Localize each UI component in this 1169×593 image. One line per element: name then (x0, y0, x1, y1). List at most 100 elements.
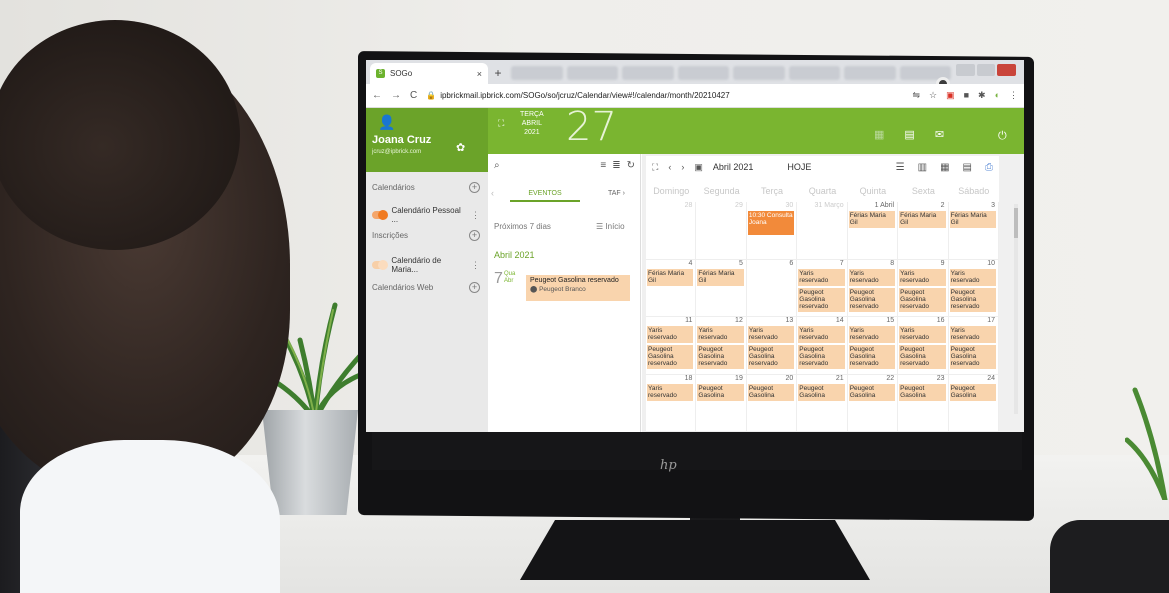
maximize-button[interactable] (976, 64, 996, 76)
day-cell[interactable]: 13 Yaris reservado Peugeot Gasolina reserv… (746, 317, 798, 375)
date-picker-icon[interactable]: ▣ (694, 162, 703, 173)
previous-month-icon[interactable]: ‹ (668, 162, 671, 172)
day-cell[interactable]: 5 Férias Maria Gil (696, 259, 747, 317)
calendar-event[interactable]: Yaris reservado (798, 326, 845, 343)
month-view-icon[interactable]: ▤ (963, 162, 972, 173)
calendar-event[interactable]: Yaris reservado (848, 326, 896, 343)
add-web-calendar-icon[interactable]: + (469, 282, 480, 293)
calendar-event[interactable]: Yaris reservado (798, 268, 845, 286)
day-cell[interactable]: 16 Yaris reservado Peugeot Gasolina reserv… (898, 317, 949, 375)
day-number[interactable]: 19 (735, 375, 743, 382)
day-cell[interactable]: 28 (646, 202, 697, 260)
day-cell[interactable]: 30 10:30 Consulta Joana (746, 202, 798, 260)
calendar-event[interactable]: Peugeot Gasolina (798, 383, 845, 401)
search-icon[interactable]: ⌕ (494, 160, 500, 171)
tab-close-icon[interactable]: × (477, 69, 482, 79)
day-number[interactable]: 6 (789, 260, 793, 267)
day-cell[interactable]: 20 Peugeot Gasolina (746, 374, 798, 432)
forward-icon[interactable]: → (391, 90, 401, 101)
calendar-event[interactable]: Peugeot Gasolina (949, 383, 996, 401)
bookmark-star-icon[interactable]: ☆ (929, 90, 937, 101)
reload-icon[interactable]: C (410, 90, 417, 101)
today-button[interactable]: HOJE (787, 162, 811, 172)
more-options-icon[interactable]: ⋮ (471, 260, 480, 271)
mail-app-icon[interactable]: ✉ (935, 128, 944, 141)
day-cell[interactable]: 21 Peugeot Gasolina (797, 374, 848, 432)
tab-events[interactable]: EVENTOS (510, 190, 580, 202)
day-number[interactable]: 12 (735, 317, 743, 324)
calendar-event[interactable]: Yaris reservado (899, 268, 946, 286)
refresh-icon[interactable]: ↻ (627, 160, 635, 171)
day-number[interactable]: 5 (739, 260, 743, 267)
calendar-event[interactable]: Peugeot Gasolina reservado (747, 345, 795, 369)
more-options-icon[interactable]: ⋮ (471, 210, 480, 221)
day-number[interactable]: 4 (689, 260, 693, 267)
day-number[interactable]: 18 (685, 375, 693, 382)
calendar-event[interactable]: Peugeot Gasolina reservado (647, 345, 694, 369)
day-number[interactable]: 23 (937, 375, 945, 382)
url-field[interactable]: 🔒 ipbrickmail.ipbrick.com/SOGo/so/jcruz/… (426, 91, 729, 100)
sidebar-item-personal-calendar[interactable]: Calendário Pessoal ... ⋮ (372, 206, 480, 224)
close-window-button[interactable] (997, 64, 1017, 76)
week-view-icon[interactable]: ▥ (918, 162, 927, 173)
calendar-event[interactable]: Peugeot Gasolina reservado (949, 287, 996, 312)
subscribed-calendar-toggle[interactable] (372, 260, 389, 270)
calendar-event[interactable]: Férias Maria Gil (899, 211, 946, 228)
day-cell[interactable]: 3 Férias Maria Gil (948, 202, 999, 260)
day-cell[interactable]: 9 Yaris reservado Peugeot Gasolina reserva… (898, 259, 949, 317)
day-cell[interactable]: 29 (696, 202, 747, 260)
calendar-event[interactable]: Peugeot Gasolina reservado (798, 287, 845, 312)
day-cell[interactable]: 2 Férias Maria Gil (898, 202, 949, 260)
day-cell[interactable]: 31 Março (797, 202, 848, 260)
day-number[interactable]: 24 (987, 375, 995, 382)
calendar-event[interactable]: Peugeot Gasolina (848, 383, 896, 401)
print-icon[interactable]: ⎙ (985, 162, 993, 173)
calendar-event[interactable]: Férias Maria Gil (848, 211, 896, 228)
tab-tasks[interactable]: TAF › (608, 190, 625, 197)
day-number[interactable]: 17 (987, 317, 995, 324)
day-number[interactable]: 28 (685, 202, 693, 209)
day-cell[interactable]: 18 Yaris reservado (646, 374, 697, 432)
day-cell[interactable]: 14 Yaris reservado Peugeot Gasolina reserv… (797, 317, 848, 375)
calendar-scrollbar[interactable] (1014, 204, 1018, 414)
day-cell[interactable]: 8 Yaris reservado Peugeot Gasolina reserva… (847, 259, 899, 317)
day-number[interactable]: 29 (735, 202, 743, 209)
next-month-icon[interactable]: › (681, 162, 684, 172)
calendar-event[interactable]: Yaris reservado (647, 326, 694, 343)
day-number[interactable]: 2 (941, 202, 945, 209)
day-cell[interactable]: 4 Férias Maria Gil (646, 259, 697, 317)
calendar-event[interactable]: Férias Maria Gil (647, 268, 694, 286)
day-number[interactable]: 1 Abril (875, 202, 894, 209)
calendar-event[interactable]: Yaris reservado (697, 326, 744, 343)
day-number[interactable]: 31 Março (815, 202, 844, 209)
contacts-app-icon[interactable]: ▤ (904, 128, 914, 141)
day-cell[interactable]: 22 Peugeot Gasolina (847, 374, 899, 432)
day-cell[interactable]: 23 Peugeot Gasolina (898, 374, 949, 432)
day-number[interactable]: 22 (886, 375, 894, 382)
calendar-event[interactable]: Yaris reservado (949, 326, 996, 343)
calendar-event[interactable]: Peugeot Gasolina reservado (798, 345, 845, 369)
calendar-event[interactable]: Peugeot Gasolina reservado (848, 287, 896, 312)
day-cell[interactable]: 11 Yaris reservado Peugeot Gasolina reserv… (646, 317, 697, 375)
calendar-event[interactable]: Peugeot Gasolina reservado (899, 287, 946, 312)
chevron-left-icon[interactable]: ‹ (491, 188, 494, 198)
calendar-event[interactable]: Peugeot Gasolina reservado (949, 345, 996, 369)
day-number[interactable]: 30 (785, 202, 793, 209)
add-calendar-icon[interactable]: + (469, 182, 480, 193)
calendar-event[interactable]: Yaris reservado (899, 326, 946, 343)
filter-icon[interactable]: ≡ (600, 160, 606, 171)
calendar-event[interactable]: Yaris reservado (949, 268, 996, 286)
add-subscription-icon[interactable]: + (469, 230, 480, 241)
calendar-app-icon[interactable]: ▦ (874, 128, 884, 141)
back-icon[interactable]: ← (372, 90, 382, 101)
calendar-event[interactable]: Yaris reservado (747, 326, 795, 343)
day-number[interactable]: 13 (785, 317, 793, 324)
day-number[interactable]: 9 (941, 260, 945, 267)
sync-extension-icon[interactable]: ◐ (995, 90, 1000, 101)
day-number[interactable]: 20 (785, 375, 793, 382)
sort-icon[interactable]: ≣ (612, 160, 620, 171)
calendar-event[interactable]: Peugeot Gasolina reservado (848, 345, 896, 369)
new-tab-button[interactable]: + (490, 65, 506, 81)
fullscreen-icon[interactable]: ⛶ (498, 118, 504, 129)
sidebar-item-subscribed-calendar[interactable]: Calendário de Maria... ⋮ (372, 256, 480, 274)
